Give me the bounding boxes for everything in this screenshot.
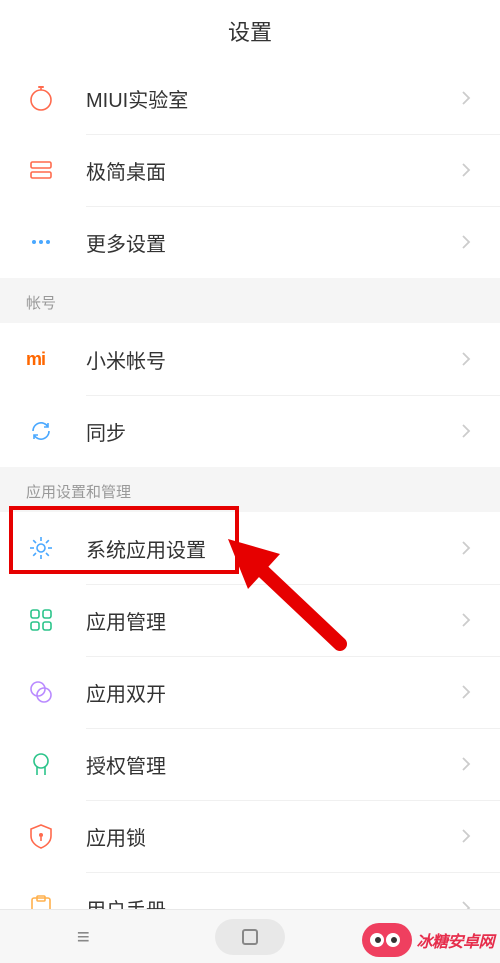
item-label: 应用锁 [86, 822, 458, 851]
chevron-right-icon [458, 234, 474, 250]
shield-lock-icon [20, 821, 86, 851]
chevron-right-icon [458, 162, 474, 178]
grid-apps-icon [20, 605, 86, 635]
item-more-settings[interactable]: 更多设置 [0, 206, 500, 278]
item-mi-account[interactable]: mi 小米帐号 [0, 323, 500, 395]
item-label: 同步 [86, 417, 458, 446]
watermark-logo-icon [362, 923, 412, 957]
item-system-apps[interactable]: 系统应用设置 [0, 512, 500, 584]
item-label: 用户手册 [86, 894, 458, 910]
item-app-management[interactable]: 应用管理 [0, 584, 500, 656]
item-label: 系统应用设置 [86, 534, 458, 563]
chevron-right-icon [458, 756, 474, 772]
chevron-right-icon [458, 90, 474, 106]
watermark: 冰糖安卓网 [362, 923, 494, 957]
settings-list: MIUI实验室 极简桌面 更多设置 帐号 mi 小米帐号 [0, 62, 500, 909]
mi-logo-icon: mi [20, 349, 86, 370]
chevron-right-icon [458, 684, 474, 700]
page-title: 设置 [228, 15, 272, 47]
chevron-right-icon [458, 612, 474, 628]
book-icon [20, 893, 86, 909]
item-app-lock[interactable]: 应用锁 [0, 800, 500, 872]
item-label: MIUI实验室 [86, 84, 458, 113]
nav-home-button[interactable] [200, 917, 300, 957]
chevron-right-icon [458, 900, 474, 909]
layout-rows-icon [20, 155, 86, 185]
item-dual-apps[interactable]: 应用双开 [0, 656, 500, 728]
gear-icon [20, 533, 86, 563]
chevron-right-icon [458, 423, 474, 439]
more-dots-icon [20, 227, 86, 257]
dual-circles-icon [20, 677, 86, 707]
section-header-account: 帐号 [0, 278, 500, 323]
chevron-right-icon [458, 540, 474, 556]
item-simple-desktop[interactable]: 极简桌面 [0, 134, 500, 206]
item-label: 极简桌面 [86, 156, 458, 185]
item-label: 授权管理 [86, 750, 458, 779]
item-permissions[interactable]: 授权管理 [0, 728, 500, 800]
nav-menu-button[interactable]: ≡ [33, 917, 133, 957]
chevron-right-icon [458, 828, 474, 844]
item-sync[interactable]: 同步 [0, 395, 500, 467]
sync-icon [20, 416, 86, 446]
item-label: 应用管理 [86, 606, 458, 635]
stopwatch-icon [20, 83, 86, 113]
watermark-text: 冰糖安卓网 [416, 928, 494, 952]
item-label: 应用双开 [86, 678, 458, 707]
badge-icon [20, 749, 86, 779]
item-label: 更多设置 [86, 228, 458, 257]
item-user-manual[interactable]: 用户手册 [0, 872, 500, 909]
item-miui-lab[interactable]: MIUI实验室 [0, 62, 500, 134]
item-label: 小米帐号 [86, 345, 458, 374]
section-header-apps: 应用设置和管理 [0, 467, 500, 512]
page-header: 设置 [0, 0, 500, 62]
chevron-right-icon [458, 351, 474, 367]
